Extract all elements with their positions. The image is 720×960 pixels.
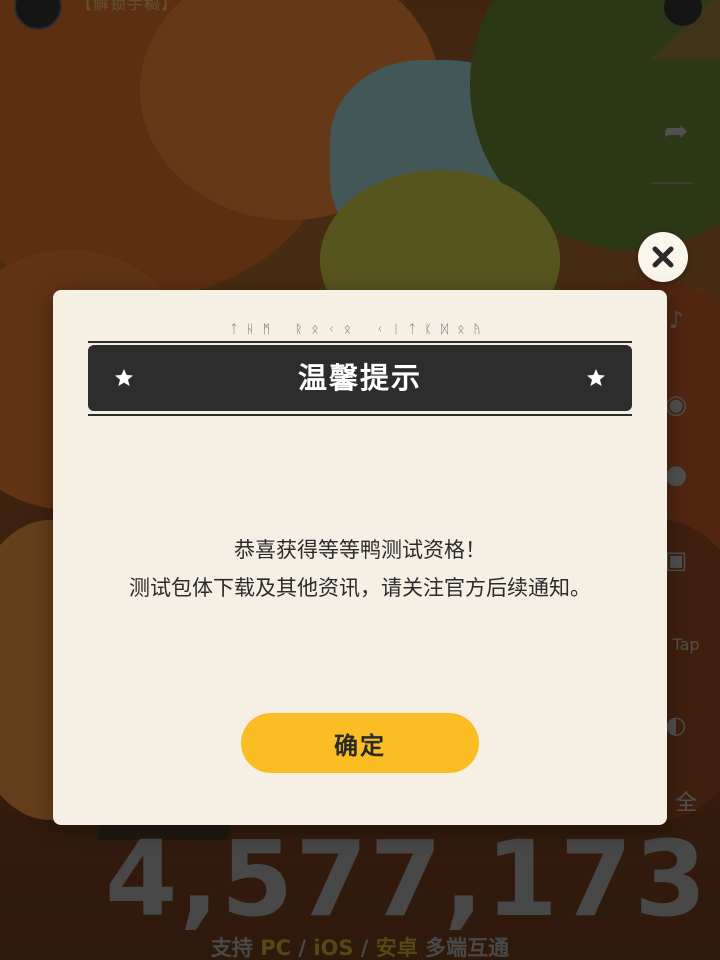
close-icon [652, 246, 674, 268]
dialog-title: 温馨提示 [297, 361, 422, 395]
confirm-button[interactable]: 确定 [241, 713, 479, 773]
title-rule-bottom [88, 414, 632, 416]
title-rule-top [88, 341, 632, 343]
dialog-subtitle: ᛏᚺᛗ ᚱᛟᚲᛟ ᚲᛁᛏᛕᛞᛟᚤ [230, 322, 490, 336]
notice-dialog: ᛏᚺᛗ ᚱᛟᚲᛟ ᚲᛁᛏᛕᛞᛟᚤ 温馨提示 恭喜获得等等鸭测试资格！ 测试包体下… [53, 290, 667, 825]
dialog-title-bar: 温馨提示 [88, 345, 632, 411]
dialog-message-line1: 恭喜获得等等鸭测试资格！ [234, 538, 486, 562]
close-button[interactable] [638, 232, 688, 282]
dialog-message-line2: 测试包体下载及其他资讯，请关注官方后续通知。 [129, 576, 591, 600]
star-icon [587, 369, 605, 386]
